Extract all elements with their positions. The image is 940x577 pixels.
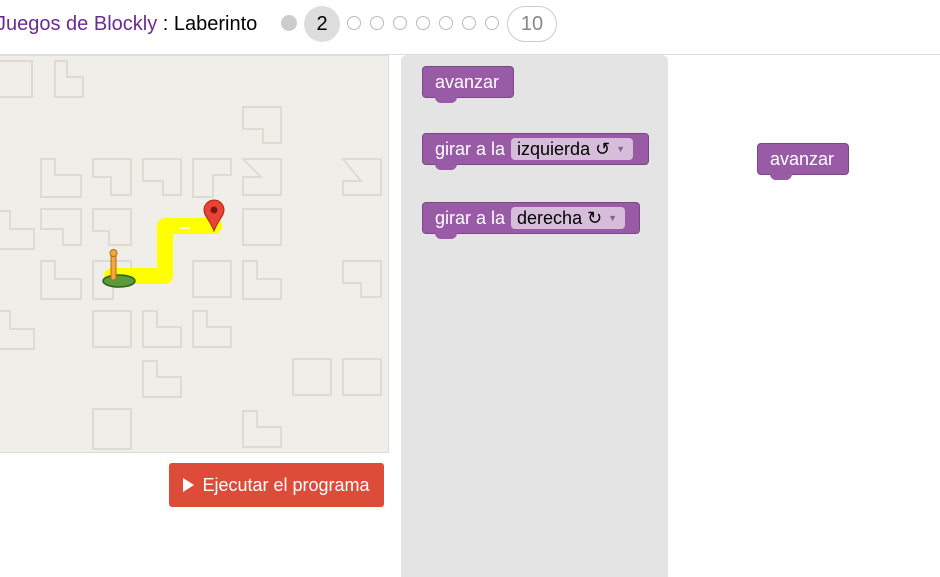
workspace-move-forward-block[interactable]: avanzar xyxy=(757,143,849,180)
run-program-button[interactable]: Ejecutar el programa xyxy=(169,463,384,507)
workspace[interactable]: avanzar xyxy=(668,55,940,577)
turn-left-value: izquierda ↺ xyxy=(517,139,611,159)
current-level[interactable]: 2 xyxy=(304,6,340,42)
level-1-dot[interactable] xyxy=(281,15,297,31)
header: Juegos de Blockly : Laberinto 2 10 xyxy=(0,0,940,55)
level-9-dot[interactable] xyxy=(485,16,499,30)
game-name: Laberinto xyxy=(173,13,258,35)
last-level[interactable]: 10 xyxy=(507,6,557,42)
turn-left-label: girar a la xyxy=(435,138,506,159)
turn-right-block[interactable]: girar a la derecha ↻ ▼ xyxy=(422,202,640,239)
turn-right-label: girar a la xyxy=(435,207,506,228)
toolbox: avanzar girar a la izquierda ↺ ▼ girar a… xyxy=(401,55,668,577)
level-3-dot[interactable] xyxy=(347,16,361,30)
games-link[interactable]: Juegos de Blockly xyxy=(0,13,157,35)
level-8-dot[interactable] xyxy=(462,16,476,30)
maze-walls xyxy=(0,60,382,450)
move-forward-block[interactable]: avanzar xyxy=(422,66,514,103)
workspace-move-forward-label: avanzar xyxy=(770,148,835,169)
maze-board xyxy=(0,55,389,453)
run-program-label: Ejecutar el programa xyxy=(202,474,370,495)
dropdown-arrow-icon: ▼ xyxy=(608,213,618,223)
play-icon xyxy=(183,478,195,492)
dropdown-arrow-icon: ▼ xyxy=(616,144,626,154)
level-6-dot[interactable] xyxy=(416,16,430,30)
turn-left-dropdown[interactable]: izquierda ↺ ▼ xyxy=(511,138,634,160)
page-title: Juegos de Blockly : Laberinto xyxy=(0,13,257,36)
maze-svg xyxy=(0,60,382,450)
maze-path xyxy=(104,218,222,284)
level-7-dot[interactable] xyxy=(439,16,453,30)
level-5-dot[interactable] xyxy=(393,16,407,30)
turn-left-block[interactable]: girar a la izquierda ↺ ▼ xyxy=(422,133,649,170)
title-separator: : xyxy=(157,13,174,35)
turn-right-value: derecha ↻ xyxy=(517,208,603,228)
level-4-dot[interactable] xyxy=(370,16,384,30)
turn-right-dropdown[interactable]: derecha ↻ ▼ xyxy=(511,207,626,229)
move-forward-label: avanzar xyxy=(435,71,500,92)
